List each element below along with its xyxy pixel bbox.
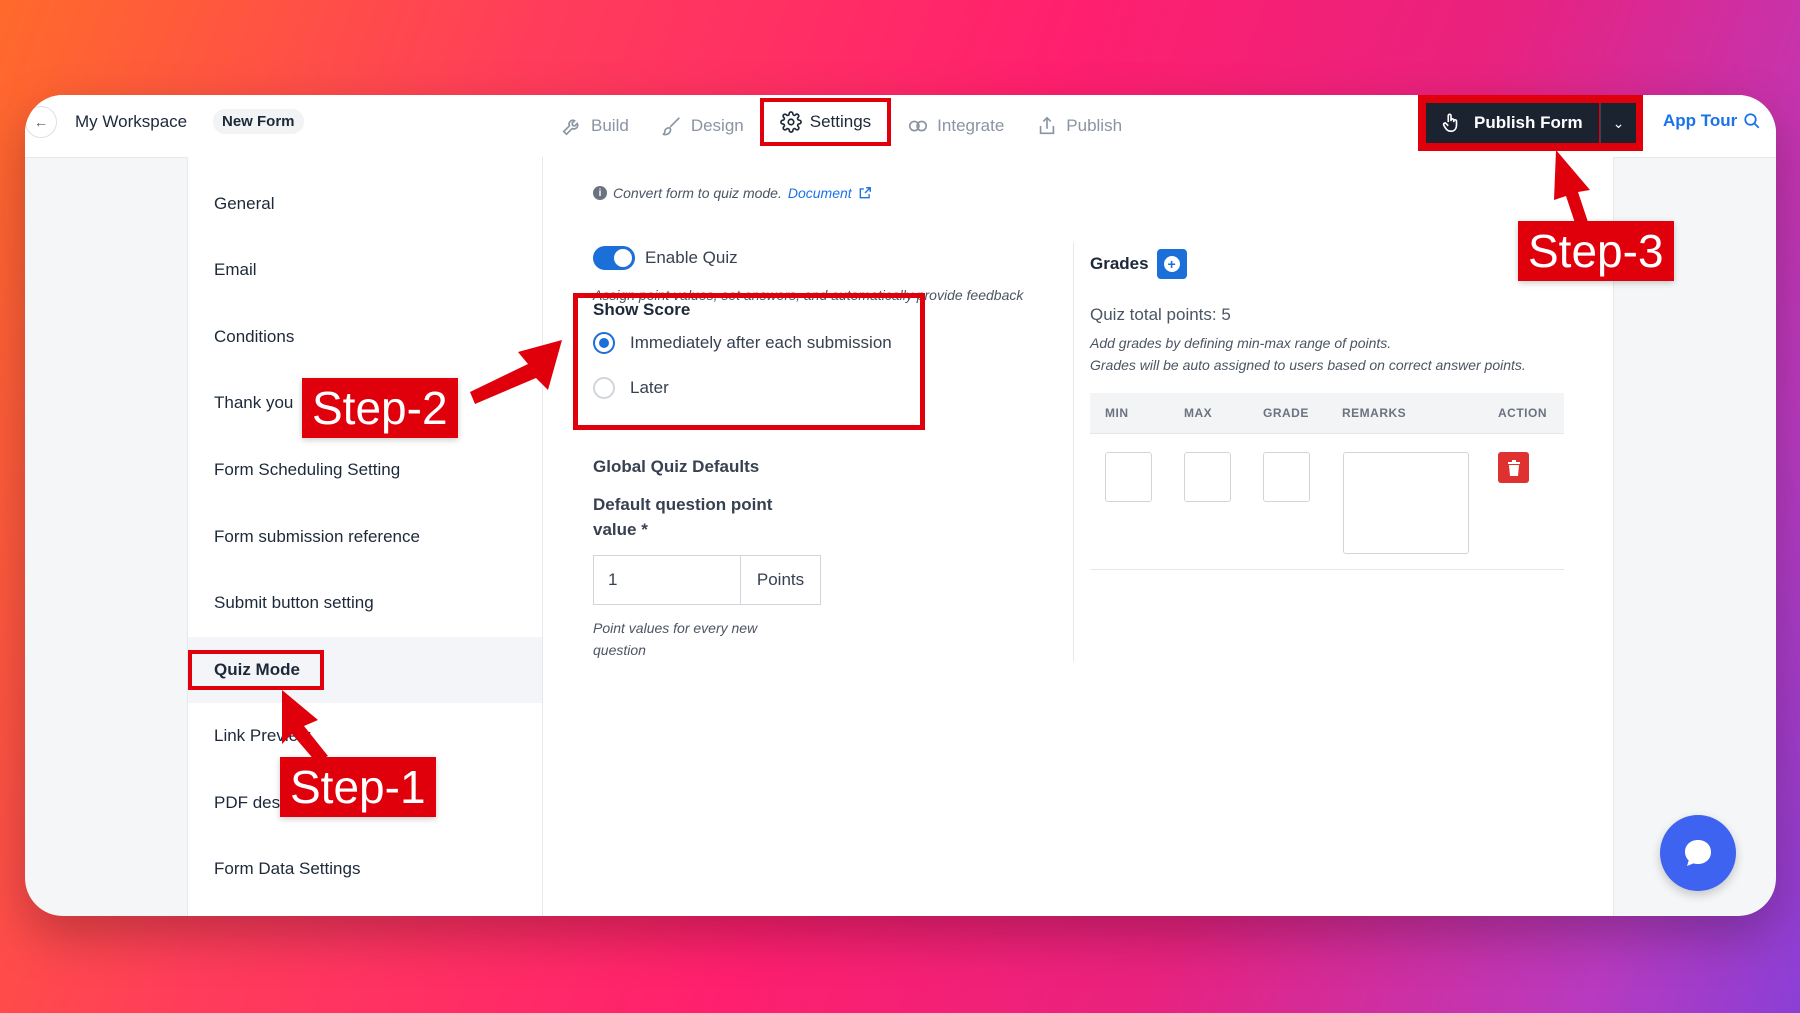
tab-label: Build (591, 116, 629, 135)
table-row (1090, 434, 1564, 570)
sidebar-item-label: Form submission reference (214, 527, 420, 546)
point-values-note: Point values for every new question (593, 620, 758, 658)
step2-annotation: Step-2 (302, 378, 458, 438)
tab-label: Design (690, 116, 744, 135)
quiz-settings-panel: i Convert form to quiz mode. Document En… (543, 157, 1613, 916)
app-tour-label: App Tour (1663, 111, 1738, 130)
note-text: Convert form to quiz mode. (613, 185, 782, 201)
radio-unselected-icon[interactable] (593, 377, 615, 399)
column-divider (1073, 242, 1074, 662)
brush-icon (662, 117, 680, 136)
publish-form-button[interactable]: Publish Form (1426, 103, 1599, 143)
sidebar-item-submission-reference[interactable]: Form submission reference (188, 504, 542, 570)
score-option-label: Later (630, 378, 669, 397)
share-icon (1040, 116, 1055, 135)
remarks-textarea[interactable] (1343, 452, 1469, 554)
grades-help-text: Add grades by defining min-max range of … (1090, 332, 1526, 376)
sidebar-item-quiz-mode[interactable]: Quiz Mode (188, 637, 542, 703)
tab-build[interactable]: Build (545, 95, 645, 157)
publish-form-highlight: Publish Form ⌄ (1418, 95, 1643, 151)
grades-help-line: Grades will be auto assigned to users ba… (1090, 357, 1526, 373)
sidebar-item-label: Conditions (214, 327, 295, 346)
back-arrow-icon[interactable]: ← (25, 106, 57, 138)
sidebar-item-label: Link Preview (214, 726, 311, 745)
document-link[interactable]: Document (788, 185, 852, 201)
default-point-label: Default question point value * (593, 495, 773, 539)
global-quiz-defaults-title: Global Quiz Defaults (593, 457, 760, 476)
sidebar-item-label: Email (214, 260, 257, 279)
delete-grade-button[interactable] (1498, 452, 1529, 483)
tab-settings[interactable]: Settings (759, 98, 892, 146)
max-input[interactable] (1184, 452, 1231, 502)
sidebar-item-form-data[interactable]: Form Data Settings (188, 836, 542, 902)
main-tabs: Build Design Settings Integrate Publish (545, 95, 1139, 159)
gear-icon (779, 111, 802, 133)
breadcrumb-workspace[interactable]: My Workspace (75, 112, 187, 132)
step3-annotation: Step-3 (1518, 221, 1674, 281)
score-option-later[interactable]: Later (593, 377, 669, 399)
hand-pointer-icon (1442, 113, 1458, 133)
search-icon (1744, 113, 1760, 129)
wrench-icon (562, 119, 579, 136)
step1-annotation: Step-1 (280, 757, 436, 817)
sidebar-item-conditions[interactable]: Conditions (188, 304, 542, 370)
sidebar-item-label: Form Data Settings (214, 859, 361, 878)
column-header-min: MIN (1105, 406, 1129, 420)
tab-label: Integrate (937, 116, 1005, 135)
tab-label: Settings (809, 112, 872, 131)
enable-quiz-toggle[interactable] (593, 246, 635, 270)
sidebar-item-form-scheduling[interactable]: Form Scheduling Setting (188, 437, 542, 503)
plus-icon: + (1163, 256, 1180, 272)
chat-icon (1685, 840, 1711, 866)
score-option-immediately[interactable]: Immediately after each submission (593, 332, 892, 354)
min-input[interactable] (1105, 452, 1152, 502)
column-header-max: MAX (1184, 406, 1213, 420)
chat-bubble-button[interactable] (1660, 815, 1736, 891)
tab-design[interactable]: Design (645, 95, 760, 157)
link-icon (909, 120, 928, 132)
tab-label: Publish (1066, 116, 1123, 135)
sidebar-item-email[interactable]: Email (188, 237, 542, 303)
top-bar: ← My Workspace New Form Build Design Set… (25, 95, 1776, 159)
show-score-title: Show Score (593, 300, 691, 319)
tab-integrate[interactable]: Integrate (891, 95, 1020, 157)
sidebar-item-label: Quiz Mode (188, 650, 324, 690)
grades-table-header: MIN MAX GRADE REMARKS ACTION (1090, 393, 1564, 434)
chevron-down-icon[interactable]: ⌄ (1600, 103, 1636, 143)
column-header-remarks: REMARKS (1342, 406, 1407, 420)
sidebar-item-label: General (214, 194, 275, 213)
sidebar-item-label: Thank you (214, 393, 294, 412)
sidebar-item-label: Submit button setting (214, 593, 374, 612)
default-point-field: Points (593, 555, 821, 605)
quiz-info-note: i Convert form to quiz mode. Document (593, 185, 872, 201)
sidebar-item-submit-button[interactable]: Submit button setting (188, 570, 542, 636)
add-grade-button[interactable]: + (1156, 249, 1187, 279)
column-header-action: ACTION (1498, 406, 1547, 420)
trash-icon (1507, 459, 1520, 476)
enable-quiz-label: Enable Quiz (645, 248, 738, 267)
tab-publish[interactable]: Publish (1020, 95, 1138, 157)
score-option-label: Immediately after each submission (630, 333, 892, 352)
info-icon: i (593, 186, 607, 200)
grades-title: Grades (1090, 254, 1149, 273)
publish-form-label: Publish Form (1474, 113, 1583, 132)
app-tour-link[interactable]: App Tour (1663, 111, 1761, 131)
points-unit-label: Points (740, 556, 820, 604)
column-header-grade: GRADE (1263, 406, 1309, 420)
radio-selected-icon[interactable] (593, 332, 615, 354)
grades-header: Grades + (1090, 249, 1187, 279)
external-link-icon[interactable] (858, 186, 872, 200)
quiz-total-points: Quiz total points: 5 (1090, 305, 1231, 324)
grades-help-line: Add grades by defining min-max range of … (1090, 335, 1392, 351)
breadcrumb-form-name: New Form (213, 109, 304, 134)
sidebar-item-general[interactable]: General (188, 171, 542, 237)
grade-input[interactable] (1263, 452, 1310, 502)
default-point-input[interactable] (594, 556, 740, 604)
sidebar-item-label: Form Scheduling Setting (214, 460, 401, 479)
grades-table: MIN MAX GRADE REMARKS ACTION (1090, 393, 1564, 570)
